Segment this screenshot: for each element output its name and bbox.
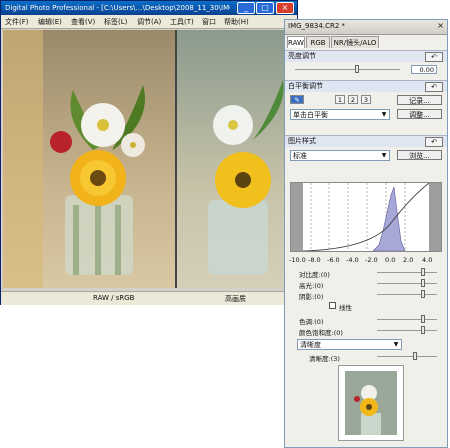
menu-view[interactable]: 查看(V) <box>71 17 95 27</box>
chevron-down-icon: ▼ <box>381 152 387 159</box>
picture-style-section: 图片样式 ↶ <box>285 135 447 147</box>
shadow-slider-thumb[interactable] <box>421 290 425 298</box>
menu-file[interactable]: 文件(F) <box>5 17 29 27</box>
tab-rgb[interactable]: RGB <box>306 36 330 48</box>
axis-tick-4: -4.0 <box>346 256 359 264</box>
menu-label[interactable]: 标签(L) <box>104 17 127 27</box>
saturation-slider[interactable] <box>377 330 437 331</box>
axis-tick-2: -8.0 <box>308 256 321 264</box>
sharpness-slider[interactable] <box>377 356 437 357</box>
white-balance-section: 白平衡调节 ↶ <box>285 80 447 92</box>
status-quality: 高画质 <box>225 295 246 303</box>
brightness-slider-thumb[interactable] <box>355 65 359 73</box>
menu-window[interactable]: 窗口 <box>202 17 216 27</box>
window-title: Digital Photo Professional - [C:\Users\…… <box>5 4 230 12</box>
tab-nr-lens-alo[interactable]: NR/镜头/ALO <box>331 36 379 48</box>
sharpness-mode-select[interactable]: 清晰度 ▼ <box>297 339 402 350</box>
highlight-slider-thumb[interactable] <box>421 279 425 287</box>
status-bar: RAW / sRGB 高画质 <box>1 291 297 305</box>
picture-style-value: 标准 <box>293 152 307 160</box>
contrast-slider[interactable] <box>377 272 437 273</box>
tool-palette: IMG_9834.CR2 * × RAW RGB NR/镜头/ALO 亮度调节 … <box>284 19 448 448</box>
contrast-label: 对比度:(0) <box>299 271 330 279</box>
menu-edit[interactable]: 编辑(E) <box>38 17 62 27</box>
hue-label: 色调:(0) <box>299 318 324 326</box>
palette-title: IMG_9834.CR2 * <box>288 22 345 30</box>
wb-preset-1-button[interactable]: 1 <box>335 95 345 104</box>
axis-tick-6: 0.0 <box>385 256 396 264</box>
maximize-icon[interactable]: □ <box>256 2 274 14</box>
linear-checkbox[interactable] <box>329 302 336 309</box>
wb-preset-2-button[interactable]: 2 <box>348 95 358 104</box>
brightness-value-field[interactable]: 0.00 <box>411 65 437 74</box>
axis-tick-1: -10.0 <box>289 256 306 264</box>
menu-bar: 文件(F) 编辑(E) 查看(V) 标签(L) 调节(A) 工具(T) 窗口 帮… <box>1 15 297 29</box>
saturation-slider-thumb[interactable] <box>421 326 425 334</box>
menu-tools[interactable]: 工具(T) <box>170 17 194 27</box>
highlight-label: 高光:(0) <box>299 282 324 290</box>
sharpness-mode-value: 清晰度 <box>300 341 321 349</box>
close-icon[interactable]: × <box>276 2 294 14</box>
navigator-thumbnail[interactable] <box>345 371 397 435</box>
main-window: Digital Photo Professional - [C:\Users\…… <box>0 0 298 305</box>
minimize-icon[interactable]: _ <box>237 2 255 14</box>
chevron-down-icon: ▼ <box>381 111 387 118</box>
shadow-slider[interactable] <box>377 294 437 295</box>
reset-icon[interactable]: ↶ <box>425 137 443 147</box>
menu-adjust[interactable]: 调节(A) <box>137 17 161 27</box>
contrast-slider-thumb[interactable] <box>421 268 425 276</box>
eyedropper-icon[interactable]: ✎ <box>290 95 304 104</box>
wb-preset-3-button[interactable]: 3 <box>361 95 371 104</box>
close-icon[interactable]: × <box>437 21 444 30</box>
wb-mode-select[interactable]: 单击白平衡 ▼ <box>290 109 390 120</box>
linear-label: 线性 <box>339 304 352 312</box>
histogram-graph <box>291 182 441 252</box>
sharpness-slider-thumb[interactable] <box>413 352 417 360</box>
wb-adjust-button[interactable]: 调整... <box>397 109 442 119</box>
status-colorspace: RAW / sRGB <box>93 294 135 302</box>
chevron-down-icon: ▼ <box>393 341 399 348</box>
axis-tick-3: -6.0 <box>327 256 340 264</box>
reset-icon[interactable]: ↶ <box>425 52 443 62</box>
image-viewer[interactable] <box>3 30 295 288</box>
navigator-panel <box>338 365 404 441</box>
axis-tick-8: 4.0 <box>422 256 433 264</box>
picture-style-browse-button[interactable]: 浏览... <box>397 150 442 160</box>
title-bar[interactable]: Digital Photo Professional - [C:\Users\…… <box>1 1 297 15</box>
wb-mode-value: 单击白平衡 <box>293 111 328 119</box>
axis-tick-5: -2.0 <box>365 256 378 264</box>
picture-style-label: 图片样式 <box>288 137 316 145</box>
picture-style-select[interactable]: 标准 ▼ <box>290 150 390 161</box>
hue-slider[interactable] <box>377 319 437 320</box>
brightness-label: 亮度调节 <box>288 52 316 60</box>
palette-title-bar[interactable]: IMG_9834.CR2 * × <box>285 20 447 35</box>
reset-icon[interactable]: ↶ <box>425 82 443 92</box>
brightness-slider[interactable] <box>295 69 400 70</box>
shadow-label: 阴影:(0) <box>299 293 324 301</box>
wb-record-button[interactable]: 记录... <box>397 95 442 105</box>
photo-image <box>3 30 295 288</box>
highlight-slider[interactable] <box>377 283 437 284</box>
tone-curve-histogram[interactable] <box>290 182 442 252</box>
white-balance-label: 白平衡调节 <box>288 82 323 90</box>
menu-help[interactable]: 帮助(H) <box>224 17 249 27</box>
sharpness-label: 清晰度:(3) <box>309 355 340 363</box>
hue-slider-thumb[interactable] <box>421 315 425 323</box>
brightness-section: 亮度调节 ↶ <box>285 50 447 62</box>
tab-raw[interactable]: RAW <box>287 36 305 48</box>
axis-tick-7: 2.0 <box>403 256 414 264</box>
saturation-label: 颜色饱和度:(0) <box>299 329 343 337</box>
